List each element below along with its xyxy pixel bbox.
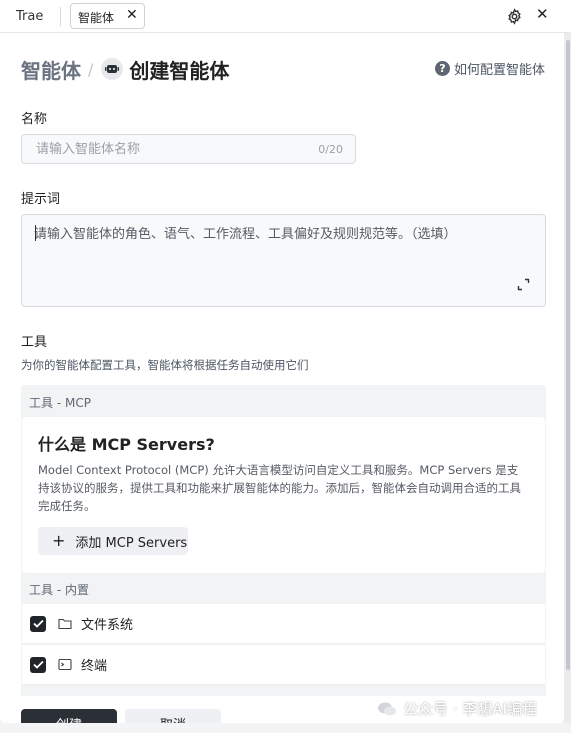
tools-label: 工具 xyxy=(21,335,48,350)
prompt-field[interactable] xyxy=(21,214,546,307)
gear-icon[interactable] xyxy=(506,8,523,25)
cancel-button[interactable]: 取消 xyxy=(125,709,221,723)
scrollbar-thumb[interactable] xyxy=(566,40,570,670)
mcp-card-title: 什么是 MCP Servers? xyxy=(38,435,215,454)
page-title: 创建智能体 xyxy=(129,58,230,83)
add-mcp-servers-button[interactable]: + 添加 MCP Servers xyxy=(38,527,188,555)
tool-row-filesystem[interactable]: 文件系统 xyxy=(22,604,545,644)
folder-icon xyxy=(58,617,72,631)
help-link[interactable]: ? 如何配置智能体 xyxy=(435,59,545,78)
breadcrumb-separator: / xyxy=(88,59,94,79)
filesystem-label: 文件系统 xyxy=(81,618,134,633)
mcp-section-header: 工具 - MCP xyxy=(29,396,91,410)
name-input[interactable] xyxy=(22,135,312,163)
close-tab-icon[interactable]: ✕ xyxy=(126,7,138,23)
tab-agent-label: 智能体 xyxy=(78,11,115,25)
help-link-label: 如何配置智能体 xyxy=(454,63,546,78)
name-counter: 0/20 xyxy=(318,143,343,156)
mcp-card-description: Model Context Protocol (MCP) 允许大语言模型访问自定… xyxy=(38,463,521,513)
watermark-text: 公众号 · 李想AI编程 xyxy=(403,700,537,718)
tool-row-terminal[interactable]: 终端 xyxy=(22,645,545,685)
add-mcp-servers-label: 添加 MCP Servers xyxy=(75,535,188,551)
breadcrumb: 智能体 / 创建智能体 xyxy=(21,55,230,84)
text-cursor xyxy=(35,225,36,241)
prompt-label: 提示词 xyxy=(21,192,61,207)
terminal-label: 终端 xyxy=(81,659,108,674)
name-label: 名称 xyxy=(21,112,48,127)
tools-container: 工具 - MCP 什么是 MCP Servers? Model Context … xyxy=(21,385,546,723)
close-window-icon[interactable]: ✕ xyxy=(536,5,549,23)
app-name: Trae xyxy=(16,9,44,24)
name-field[interactable]: 0/20 xyxy=(21,134,356,164)
plus-icon: + xyxy=(52,531,66,550)
terminal-checkbox[interactable] xyxy=(30,656,46,673)
watermark: 公众号 · 李想AI编程 xyxy=(377,698,537,719)
expand-icon[interactable] xyxy=(517,278,530,291)
wechat-icon xyxy=(378,702,396,715)
tab-agent[interactable]: 智能体 ✕ xyxy=(70,3,145,29)
terminal-icon xyxy=(58,658,72,672)
tab-divider xyxy=(60,7,61,26)
breadcrumb-agents[interactable]: 智能体 xyxy=(21,55,81,84)
filesystem-checkbox[interactable] xyxy=(30,615,46,632)
builtin-section-header: 工具 - 内置 xyxy=(29,583,89,597)
mcp-info-card: 什么是 MCP Servers? Model Context Protocol … xyxy=(22,417,545,573)
title-bar: Trae 智能体 ✕ ✕ xyxy=(0,0,571,33)
create-agent-panel: 智能体 / 创建智能体 ? 如何配置智能体 名称 0/20 提示词 xyxy=(0,33,564,723)
robot-icon xyxy=(101,58,124,80)
prompt-textarea[interactable] xyxy=(22,215,545,306)
create-button[interactable]: 创建 xyxy=(21,709,117,723)
tools-description: 为你的智能体配置工具，智能体将根据任务自动使用它们 xyxy=(21,358,309,372)
help-icon: ? xyxy=(435,61,450,76)
